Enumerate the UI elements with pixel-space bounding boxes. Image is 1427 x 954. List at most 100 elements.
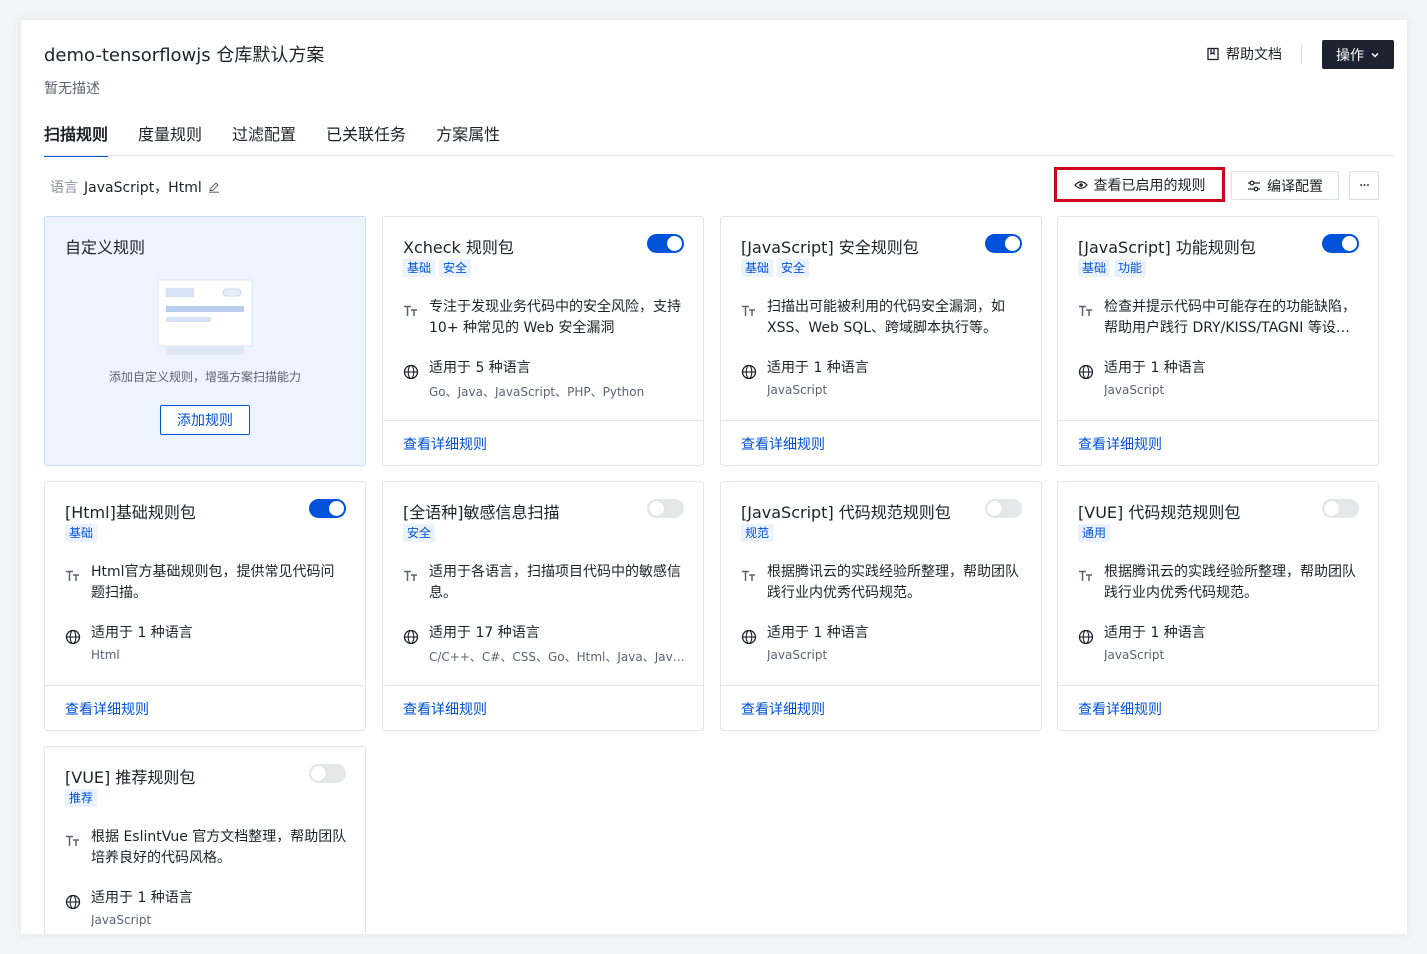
toggle-knob bbox=[987, 501, 1002, 516]
rule-tag: 安全 bbox=[439, 259, 472, 277]
rule-language-list: Go、Java、JavaScript、PHP、Python bbox=[429, 385, 645, 399]
rule-language-list: C/C++、C#、CSS、Go、Html、Java、Jav… bbox=[429, 650, 685, 664]
tab-bar: 扫描规则 度量规则 过滤配置 已关联任务 方案属性 bbox=[44, 121, 530, 157]
view-detail-rules-link[interactable]: 查看详细规则 bbox=[1078, 699, 1162, 719]
rule-languages-row: 适用于 1 种语言 JavaScript bbox=[741, 623, 1023, 662]
view-detail-rules-link[interactable]: 查看详细规则 bbox=[1078, 434, 1162, 454]
view-detail-rules-link[interactable]: 查看详细规则 bbox=[741, 699, 825, 719]
view-detail-rules-link[interactable]: 查看详细规则 bbox=[403, 699, 487, 719]
help-doc-link[interactable]: 帮助文档 bbox=[1206, 44, 1282, 64]
rule-package-name: [Html]基础规则包 bbox=[65, 503, 196, 522]
more-actions-button[interactable]: ··· bbox=[1349, 171, 1379, 200]
rule-package-card: Xcheck 规则包 基础 安全 专注于发现业务代码中的安全风险，支持 10+ 种… bbox=[382, 216, 704, 466]
tab-linked-tasks[interactable]: 已关联任务 bbox=[326, 121, 406, 157]
book-icon bbox=[1207, 47, 1219, 61]
help-doc-label: 帮助文档 bbox=[1226, 47, 1282, 63]
rule-language-count: 适用于 5 种语言 bbox=[429, 360, 531, 376]
rule-language-count: 适用于 1 种语言 bbox=[767, 360, 869, 376]
enable-toggle[interactable] bbox=[309, 764, 346, 783]
rule-package-name: [VUE] 代码规范规则包 bbox=[1078, 503, 1241, 522]
rule-language-list: JavaScript bbox=[767, 383, 828, 397]
custom-rule-card: 自定义规则 添加自定义规则，增强方案扫描能力 添加规则 bbox=[44, 216, 366, 466]
card-divider bbox=[383, 420, 703, 421]
rule-language-list: JavaScript bbox=[1104, 648, 1165, 662]
rule-tag: 安全 bbox=[403, 524, 436, 542]
text-type-icon bbox=[66, 835, 79, 846]
rule-description: 根据腾讯云的实践经验所整理，帮助团队践行业内优秀代码规范。 bbox=[767, 564, 1019, 601]
rule-tag: 基础 bbox=[65, 524, 98, 542]
tab-scan-rules[interactable]: 扫描规则 bbox=[44, 121, 109, 157]
rule-language-count: 适用于 1 种语言 bbox=[1104, 625, 1206, 641]
globe-icon bbox=[65, 894, 81, 910]
toggle-knob bbox=[1324, 501, 1339, 516]
rule-language-list: JavaScript bbox=[1104, 383, 1165, 397]
rule-description: 扫描出可能被利用的代码安全漏洞，如 XSS、Web SQL、跨域脚本执行等。 bbox=[767, 299, 1005, 336]
rule-package-name: [JavaScript] 安全规则包 bbox=[741, 238, 919, 257]
tab-scheme-props[interactable]: 方案属性 bbox=[436, 121, 500, 157]
enable-toggle[interactable] bbox=[309, 499, 346, 518]
rule-tag: 规范 bbox=[741, 524, 774, 542]
card-divider bbox=[1058, 420, 1378, 421]
toggle-knob bbox=[667, 236, 682, 251]
globe-icon bbox=[1078, 364, 1094, 380]
rule-description-row: 检查并提示代码中可能存在的功能缺陷，帮助用户践行 DRY/KISS/TAGNI … bbox=[1078, 297, 1360, 339]
operations-label: 操作 bbox=[1336, 47, 1364, 64]
view-detail-rules-link[interactable]: 查看详细规则 bbox=[65, 699, 149, 719]
sliders-icon bbox=[1248, 180, 1260, 191]
rule-tag: 安全 bbox=[777, 259, 810, 277]
tab-filter-config[interactable]: 过滤配置 bbox=[232, 121, 296, 157]
toggle-knob bbox=[1342, 236, 1357, 251]
tab-metric-rules[interactable]: 度量规则 bbox=[138, 121, 202, 157]
compile-config-label: 编译配置 bbox=[1267, 178, 1323, 195]
edit-icon[interactable] bbox=[208, 181, 220, 193]
text-type-icon bbox=[1079, 305, 1092, 316]
rule-package-card: [JavaScript] 代码规范规则包 规范 根据腾讯云的实践经验所整理，帮助… bbox=[720, 481, 1042, 731]
enable-toggle[interactable] bbox=[647, 234, 684, 253]
view-detail-rules-link[interactable]: 查看详细规则 bbox=[741, 434, 825, 454]
rule-description: 检查并提示代码中可能存在的功能缺陷，帮助用户践行 DRY/KISS/TAGNI … bbox=[1104, 299, 1356, 336]
rule-language-list: Html bbox=[91, 648, 120, 662]
enable-toggle[interactable] bbox=[647, 499, 684, 518]
rule-language-count: 适用于 1 种语言 bbox=[91, 890, 193, 906]
tab-underline bbox=[44, 155, 1394, 156]
language-value: JavaScript，Html bbox=[84, 180, 202, 196]
rule-tags: 基础 bbox=[65, 524, 98, 542]
language-label: 语言 bbox=[50, 180, 78, 196]
rule-package-name: Xcheck 规则包 bbox=[403, 238, 514, 257]
card-divider bbox=[45, 685, 365, 686]
rule-language-count: 适用于 17 种语言 bbox=[429, 625, 540, 641]
compile-config-button[interactable]: 编译配置 bbox=[1231, 171, 1339, 200]
enable-toggle[interactable] bbox=[1322, 499, 1359, 518]
rule-package-card: [VUE] 代码规范规则包 通用 根据腾讯云的实践经验所整理，帮助团队践行业内优… bbox=[1057, 481, 1379, 731]
card-divider bbox=[1058, 685, 1378, 686]
view-detail-rules-link[interactable]: 查看详细规则 bbox=[403, 434, 487, 454]
toggle-knob bbox=[649, 501, 664, 516]
rule-package-name: [全语种]敏感信息扫描 bbox=[403, 503, 560, 522]
enable-toggle[interactable] bbox=[985, 499, 1022, 518]
rule-languages-row: 适用于 17 种语言 C/C++、C#、CSS、Go、Html、Java、Jav… bbox=[403, 623, 685, 665]
rule-tags: 基础 安全 bbox=[741, 259, 810, 277]
rule-language-list: JavaScript bbox=[767, 648, 828, 662]
enable-toggle[interactable] bbox=[1322, 234, 1359, 253]
toggle-knob bbox=[311, 766, 326, 781]
card-divider bbox=[721, 420, 1041, 421]
view-enabled-rules-button[interactable]: 查看已启用的规则 bbox=[1054, 167, 1225, 202]
rule-tag: 推荐 bbox=[65, 789, 98, 807]
rule-package-card: [JavaScript] 功能规则包 基础 功能 检查并提示代码中可能存在的功能缺… bbox=[1057, 216, 1379, 466]
rule-description: Html官方基础规则包，提供常见代码问题扫描。 bbox=[91, 564, 335, 601]
operations-button[interactable]: 操作 bbox=[1322, 40, 1394, 69]
rule-description: 适用于各语言，扫描项目代码中的敏感信息。 bbox=[429, 564, 681, 601]
page-description: 暂无描述 bbox=[44, 81, 100, 97]
enable-toggle[interactable] bbox=[985, 234, 1022, 253]
custom-rule-title: 自定义规则 bbox=[65, 238, 146, 257]
rule-tags: 基础 功能 bbox=[1078, 259, 1147, 277]
rule-languages-row: 适用于 1 种语言 Html bbox=[65, 623, 347, 662]
add-rule-button[interactable]: 添加规则 bbox=[160, 405, 250, 435]
text-type-icon bbox=[1079, 570, 1092, 581]
rule-package-name: [VUE] 推荐规则包 bbox=[65, 768, 196, 787]
rule-package-card: [JavaScript] 安全规则包 基础 安全 扫描出可能被利用的代码安全漏洞，… bbox=[720, 216, 1042, 466]
rule-package-name: [JavaScript] 代码规范规则包 bbox=[741, 503, 951, 522]
rule-description-row: 根据 EslintVue 官方文档整理，帮助团队培养良好的代码风格。 bbox=[65, 827, 347, 869]
rule-tag: 基础 bbox=[741, 259, 774, 277]
rule-tags: 通用 bbox=[1078, 524, 1111, 542]
